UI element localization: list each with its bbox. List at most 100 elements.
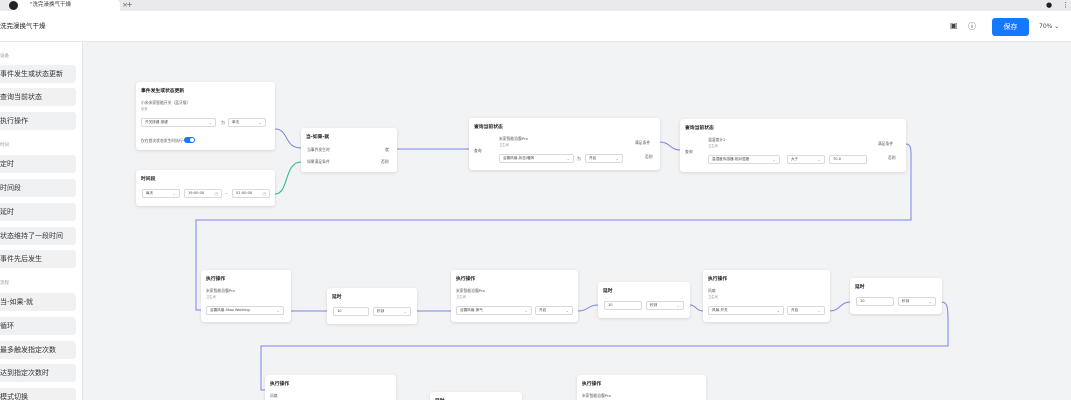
event-trigger-select[interactable]: 开关按键-按键 ⌄ [141, 118, 216, 127]
query1-out-true: 满足条件 [635, 140, 651, 145]
chevron-down-icon: ⌄ [776, 308, 780, 313]
sidebar-item-reach-count[interactable]: 达到指定次数时 [0, 364, 76, 382]
browser-tab-title: "洗完澡换气干燥 [30, 2, 72, 8]
chevron-down-icon: ⌄ [928, 299, 932, 304]
query2-threshold-input[interactable]: 70.0 [829, 155, 867, 164]
sidebar-item-action[interactable]: 执行操作 [0, 112, 76, 130]
delay2-unit: 秒钟 [650, 303, 658, 307]
sidebar-group-flow: 流程 [0, 281, 9, 286]
query2-label: 查询 [685, 149, 693, 154]
delay-node-3[interactable]: 延时 10 秒钟 ⌄ [850, 278, 942, 314]
log-icon[interactable]: ▣ [950, 21, 958, 30]
time-range-repeat: 每天 [146, 191, 154, 195]
sidebar-item-mode-switch[interactable]: 模式切换 [0, 388, 76, 400]
chevron-down-icon: ⌄ [1054, 23, 1060, 30]
more-options-icon[interactable]: ⋮ [1062, 1, 1069, 9]
save-button[interactable]: 保存 [992, 18, 1029, 36]
event-device: 小米米家智能开关（蓝牙版） [141, 100, 191, 105]
sidebar-item-state-duration[interactable]: 状态维持了一段时间 [0, 227, 76, 245]
node-palette-sidebar: 设备 事件发生或状态更新 查询当前状态 执行操作 时间 定时 时间段 延时 状态… [0, 42, 83, 400]
delay1-value-input[interactable]: 10 [333, 307, 369, 316]
query2-threshold: 70.0 [833, 157, 842, 161]
sidebar-item-when-if[interactable]: 当-如果-就 [0, 293, 76, 311]
action2-command-select[interactable]: 浴霸风扇-换气 ⌄ [456, 306, 532, 315]
action-node-3[interactable]: 执行操作 风扇 卫生间 风扇-开关 ⌄ 开启 ⌄ [703, 270, 830, 322]
account-icon[interactable]: ● [1046, 1, 1052, 9]
query1-attribute: 浴霸风扇-状态/暖风 [503, 156, 535, 160]
query-state-node-1[interactable]: 查询当前状态 查询 米家智能浴霸Pro 卫生间 浴霸风扇-状态/暖风 ⌄ 为 开启… [469, 118, 660, 170]
action-node-5[interactable]: 执行操作 米家智能浴霸Pro [577, 375, 706, 400]
when-if-if: 如果满足条件 [307, 159, 330, 164]
time-range-end-select[interactable]: 01:00:00 ◷ [232, 189, 270, 198]
sidebar-group-device: 设备 [0, 54, 9, 59]
event-once-toggle[interactable] [184, 137, 195, 143]
query2-attribute-select[interactable]: 温湿度传感器-相对湿度 ⌄ [708, 155, 780, 164]
delay1-unit: 秒钟 [377, 309, 385, 313]
browser-tab-bar: "洗完澡换气干燥 × + ● ⋮ [0, 0, 1071, 11]
time-range-sep: ~ [225, 191, 229, 196]
chevron-down-icon: ⌄ [676, 303, 680, 308]
delay1-title: 延时 [332, 295, 342, 300]
query2-operator-select[interactable]: 大于 ⌄ [787, 155, 825, 164]
sidebar-item-delay[interactable]: 延时 [0, 203, 76, 221]
action3-value: 开启 [791, 308, 799, 312]
editor-header: 洗完澡换气干燥 ▣ ⓘ 保存 70% ⌄ [0, 11, 1071, 42]
delay2-unit-select[interactable]: 秒钟 ⌄ [646, 301, 684, 310]
action3-command-select[interactable]: 风扇-开关 ⌄ [708, 306, 784, 315]
action-node-2[interactable]: 执行操作 米家智能浴霸Pro 卫生间 浴霸风扇-换气 ⌄ 开启 ⌄ [451, 270, 578, 322]
delay2-value-input[interactable]: 10 [604, 301, 642, 310]
query2-title: 查询当前状态 [685, 126, 714, 131]
event-trigger-value: 开关按键-按键 [145, 120, 168, 124]
query2-out-else: 否则 [888, 155, 896, 160]
event-once-label: 仅在首次状态发生时执行一次 [141, 138, 191, 143]
clock-icon: ◷ [214, 191, 219, 196]
query2-room: 卫生间 [708, 144, 718, 148]
action1-title: 执行操作 [206, 277, 226, 282]
time-range-start: 19:00:00 [188, 191, 205, 195]
sidebar-item-time-range[interactable]: 时间段 [0, 179, 76, 197]
delay2-value: 10 [608, 303, 613, 307]
delay1-unit-select[interactable]: 秒钟 ⌄ [373, 307, 411, 316]
action2-value-select[interactable]: 开启 ⌄ [535, 306, 573, 315]
time-range-title: 时间段 [141, 177, 156, 182]
query1-attribute-select[interactable]: 浴霸风扇-状态/暖风 ⌄ [499, 154, 574, 163]
time-range-repeat-select[interactable]: 每天 ⌄ [142, 189, 180, 198]
delay3-unit-select[interactable]: 秒钟 ⌄ [898, 297, 936, 306]
when-if-node[interactable]: 当-如果-就 当事件发生时 如果满足条件 就 否则 [301, 128, 397, 172]
action3-value-select[interactable]: 开启 ⌄ [787, 306, 825, 315]
event-value-select[interactable]: 单击 ⌄ [228, 118, 266, 127]
action1-command-select[interactable]: 浴霸风扇-Stop Working ⌄ [206, 306, 284, 315]
new-tab-icon[interactable]: + [126, 0, 133, 10]
sidebar-item-timer[interactable]: 定时 [0, 155, 76, 173]
time-range-start-select[interactable]: 19:00:00 ◷ [184, 189, 222, 198]
time-range-node[interactable]: 时间段 每天 ⌄ 19:00:00 ◷ ~ 01:00:00 ◷ [136, 170, 275, 206]
query2-attribute: 温湿度传感器-相对湿度 [712, 157, 750, 161]
event-node-title: 事件发生或状态更新 [141, 89, 185, 94]
action-node-4[interactable]: 执行操作 风扇 [265, 375, 396, 400]
delay-node-2[interactable]: 延时 10 秒钟 ⌄ [598, 282, 690, 318]
flow-canvas[interactable]: 事件发生或状态更新 小米米家智能开关（蓝牙版） 卧室 开关按键-按键 ⌄ 为 单击… [84, 42, 1071, 400]
sidebar-item-event-sequence[interactable]: 事件先后发生 [0, 250, 76, 268]
delay-node-4[interactable]: 延时 [430, 392, 522, 400]
when-if-then: 就 [385, 147, 389, 152]
sidebar-item-max-triggers[interactable]: 最多触发指定次数 [0, 341, 76, 359]
chevron-down-icon: ⌄ [566, 156, 570, 161]
event-node[interactable]: 事件发生或状态更新 小米米家智能开关（蓝牙版） 卧室 开关按键-按键 ⌄ 为 单击… [136, 82, 275, 150]
zoom-select[interactable]: 70% ⌄ [1039, 23, 1059, 30]
query1-value-select[interactable]: 开启 ⌄ [585, 154, 623, 163]
sidebar-group-time: 时间 [0, 143, 9, 148]
action3-command: 风扇-开关 [712, 308, 728, 312]
sidebar-item-query-state[interactable]: 查询当前状态 [0, 88, 76, 106]
browser-tab[interactable]: "洗完澡换气干燥 × [9, 0, 128, 11]
delay-node-1[interactable]: 延时 10 秒钟 ⌄ [327, 288, 417, 324]
query-state-node-2[interactable]: 查询当前状态 查询 温湿度计2 卫生间 温湿度传感器-相对湿度 ⌄ 大于 ⌄ 70.… [680, 119, 906, 172]
chevron-down-icon: ⌄ [208, 120, 212, 125]
action-node-1[interactable]: 执行操作 米家智能浴霸Pro 卫生间 浴霸风扇-Stop Working ⌄ [201, 270, 291, 322]
sidebar-item-loop[interactable]: 循环 [0, 317, 76, 335]
info-icon[interactable]: ⓘ [968, 21, 976, 32]
query1-op-label: 为 [577, 156, 581, 161]
sidebar-item-event[interactable]: 事件发生或状态更新 [0, 65, 76, 83]
delay3-value-input[interactable]: 10 [856, 297, 894, 306]
event-room: 卧室 [141, 107, 148, 111]
action5-title: 执行操作 [582, 382, 602, 387]
